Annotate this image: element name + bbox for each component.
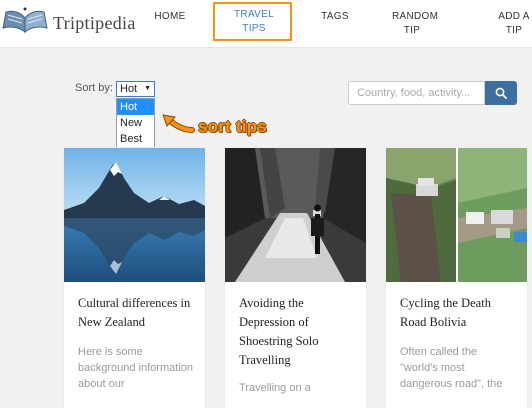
nav-home[interactable]: HOME <box>152 10 188 24</box>
sort-selected-value: Hot <box>120 83 138 95</box>
search-input[interactable] <box>348 81 485 105</box>
card-excerpt: Travelling on a <box>239 382 311 394</box>
sort-option-hot[interactable]: Hot <box>117 99 154 115</box>
logo[interactable]: Triptipedia <box>2 4 135 40</box>
nav-add-tip-label-line1: ADD A <box>498 11 530 22</box>
header: Triptipedia HOME TRAVEL TIPS TAGS RANDOM… <box>0 0 532 48</box>
open-book-icon <box>2 7 48 34</box>
sort-dropdown[interactable]: Hot ▼ <box>116 81 155 97</box>
nav-add-tip[interactable]: ADD A TIP <box>494 10 532 38</box>
nav-random-tip-label-line1: RANDOM <box>392 11 439 22</box>
tip-card[interactable]: Avoiding the Depression of Shoestring So… <box>225 148 366 408</box>
search-icon <box>495 87 507 99</box>
tip-card[interactable]: Cycling the Death Road Bolivia Often cal… <box>386 148 527 408</box>
new-zealand-mountain-image <box>64 148 205 282</box>
card-excerpt: Often called the "world's most dangerous… <box>400 346 503 390</box>
sort-tips-annotation: sort tips <box>160 112 300 142</box>
sort-option-new[interactable]: New <box>117 115 154 131</box>
sort-option-best[interactable]: Best <box>117 131 154 147</box>
nav-home-label: HOME <box>154 11 186 22</box>
annotation-text: sort tips <box>198 117 267 136</box>
death-road-bolivia-image <box>386 148 527 282</box>
tip-card[interactable]: Cultural differences in New Zealand Here… <box>64 148 205 408</box>
card-excerpt: Here is some background information abou… <box>78 346 193 390</box>
travel-tips-highlight-box <box>213 2 292 41</box>
logo-text: Triptipedia <box>53 13 136 33</box>
card-title[interactable]: Avoiding the Depression of Shoestring So… <box>239 294 357 370</box>
forest-road-walker-image <box>225 148 366 282</box>
sort-options-list: Hot New Best <box>116 98 155 148</box>
nav-add-tip-label-line2: TIP <box>505 25 523 36</box>
arrow-left-icon <box>162 114 195 133</box>
sort-label: Sort by: <box>75 82 113 94</box>
card-title[interactable]: Cycling the Death Road Bolivia <box>400 294 518 332</box>
caret-down-icon: ▼ <box>144 85 151 92</box>
search-button[interactable] <box>485 81 517 105</box>
nav-random-tip-label-line2: TIP <box>403 25 421 36</box>
card-title[interactable]: Cultural differences in New Zealand <box>78 294 196 332</box>
nav-random-tip[interactable]: RANDOM TIP <box>392 10 439 38</box>
nav-tags[interactable]: TAGS <box>318 10 352 24</box>
nav-tags-label: TAGS <box>321 11 349 22</box>
